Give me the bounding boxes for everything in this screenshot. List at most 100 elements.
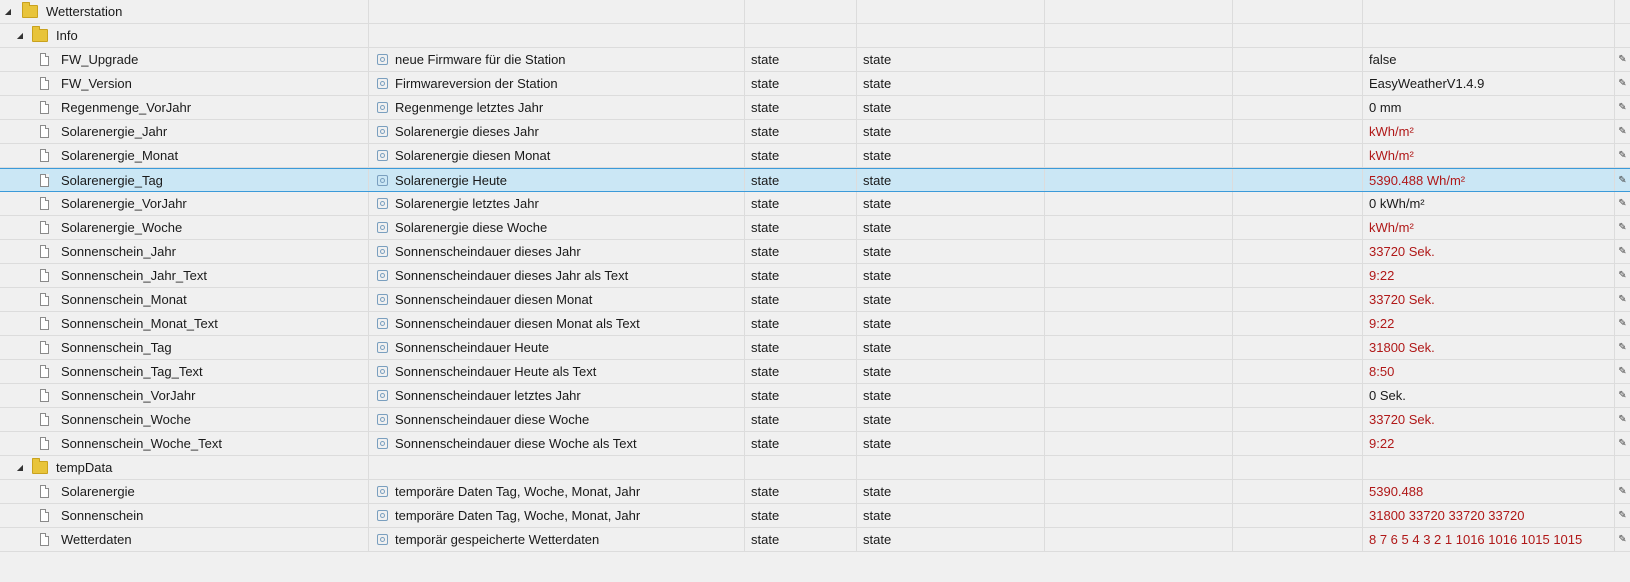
function-cell[interactable] <box>1232 96 1362 119</box>
function-cell[interactable] <box>1232 192 1362 215</box>
object-role[interactable]: state <box>863 173 891 188</box>
room-cell[interactable] <box>1044 336 1232 359</box>
function-cell[interactable] <box>1232 144 1362 167</box>
function-cell[interactable] <box>1232 288 1362 311</box>
table-row[interactable]: Solarenergie_VorJahr Solarenergie letztes… <box>0 192 1630 216</box>
object-id[interactable]: Sonnenschein_VorJahr <box>61 388 195 403</box>
room-cell[interactable] <box>1044 288 1232 311</box>
room-cell[interactable] <box>1044 48 1232 71</box>
object-role[interactable]: state <box>863 364 891 379</box>
edit-pencil-icon[interactable]: ✎ <box>1618 534 1626 545</box>
function-cell[interactable] <box>1232 504 1362 527</box>
object-id[interactable]: Wetterdaten <box>61 532 132 547</box>
edit-pencil-icon[interactable]: ✎ <box>1618 175 1626 186</box>
object-value[interactable]: 5390.488 <box>1369 484 1423 499</box>
object-role[interactable]: state <box>863 220 891 235</box>
object-name[interactable]: Sonnenscheindauer Heute als Text <box>395 364 596 379</box>
room-cell[interactable] <box>1044 192 1232 215</box>
edit-pencil-icon[interactable]: ✎ <box>1618 318 1626 329</box>
edit-pencil-icon[interactable]: ✎ <box>1618 54 1626 65</box>
object-value[interactable]: 9:22 <box>1369 316 1394 331</box>
edit-pencil-icon[interactable]: ✎ <box>1618 102 1626 113</box>
object-id[interactable]: Sonnenschein_Woche_Text <box>61 436 222 451</box>
object-role[interactable]: state <box>863 340 891 355</box>
object-name[interactable]: Firmwareversion der Station <box>395 76 558 91</box>
object-id[interactable]: Solarenergie_Tag <box>61 173 163 188</box>
edit-pencil-icon[interactable]: ✎ <box>1618 366 1626 377</box>
object-id[interactable]: Solarenergie_Monat <box>61 148 178 163</box>
table-row[interactable]: Sonnenschein_Tag Sonnenscheindauer Heute s… <box>0 336 1630 360</box>
collapse-arrow-icon[interactable]: ◢ <box>14 31 26 40</box>
room-cell[interactable] <box>1044 480 1232 503</box>
edit-pencil-icon[interactable]: ✎ <box>1618 342 1626 353</box>
room-cell[interactable] <box>1044 169 1232 191</box>
room-cell[interactable] <box>1044 72 1232 95</box>
object-role[interactable]: state <box>863 268 891 283</box>
object-role[interactable]: state <box>863 124 891 139</box>
edit-pencil-icon[interactable]: ✎ <box>1618 198 1626 209</box>
table-row[interactable]: Sonnenschein_Monat Sonnenscheindauer dies… <box>0 288 1630 312</box>
edit-pencil-icon[interactable]: ✎ <box>1618 150 1626 161</box>
object-role[interactable]: state <box>863 388 891 403</box>
object-name[interactable]: Sonnenscheindauer dieses Jahr <box>395 244 581 259</box>
object-name[interactable]: Sonnenscheindauer diesen Monat als Text <box>395 316 640 331</box>
object-id[interactable]: Sonnenschein_Tag <box>61 340 172 355</box>
object-value[interactable]: 0 mm <box>1369 100 1402 115</box>
collapse-arrow-icon[interactable]: ◢ <box>2 7 14 16</box>
object-role[interactable]: state <box>863 412 891 427</box>
object-role[interactable]: state <box>863 148 891 163</box>
room-cell[interactable] <box>1044 96 1232 119</box>
table-row[interactable]: Sonnenschein_Jahr Sonnenscheindauer diese… <box>0 240 1630 264</box>
table-row[interactable]: FW_Upgrade neue Firmware für die Station s… <box>0 48 1630 72</box>
collapse-arrow-icon[interactable]: ◢ <box>14 463 26 472</box>
table-row[interactable]: Solarenergie_Monat Solarenergie diesen Mo… <box>0 144 1630 168</box>
edit-pencil-icon[interactable]: ✎ <box>1618 294 1626 305</box>
room-cell[interactable] <box>1044 360 1232 383</box>
edit-pencil-icon[interactable]: ✎ <box>1618 222 1626 233</box>
object-name[interactable]: neue Firmware für die Station <box>395 52 566 67</box>
edit-pencil-icon[interactable]: ✎ <box>1618 270 1626 281</box>
room-cell[interactable] <box>1044 240 1232 263</box>
function-cell[interactable] <box>1232 384 1362 407</box>
room-cell[interactable] <box>1044 216 1232 239</box>
object-role[interactable]: state <box>863 244 891 259</box>
object-value[interactable]: kWh/m² <box>1369 220 1414 235</box>
edit-pencil-icon[interactable]: ✎ <box>1618 126 1626 137</box>
object-id[interactable]: Sonnenschein_Woche <box>61 412 191 427</box>
edit-pencil-icon[interactable]: ✎ <box>1618 246 1626 257</box>
object-id[interactable]: FW_Upgrade <box>61 52 138 67</box>
folder-row-info[interactable]: ◢ Info <box>0 24 1630 48</box>
object-name[interactable]: Sonnenscheindauer diese Woche als Text <box>395 436 637 451</box>
function-cell[interactable] <box>1232 48 1362 71</box>
edit-pencil-icon[interactable]: ✎ <box>1618 414 1626 425</box>
object-name[interactable]: Sonnenscheindauer diese Woche <box>395 412 589 427</box>
object-name[interactable]: Sonnenscheindauer letztes Jahr <box>395 388 581 403</box>
table-row[interactable]: Sonnenschein_Jahr_Text Sonnenscheindauer … <box>0 264 1630 288</box>
object-id[interactable]: Regenmenge_VorJahr <box>61 100 191 115</box>
table-row[interactable]: Sonnenschein temporäre Daten Tag, Woche, … <box>0 504 1630 528</box>
object-name[interactable]: Sonnenscheindauer dieses Jahr als Text <box>395 268 628 283</box>
object-value[interactable]: false <box>1369 52 1396 67</box>
object-value[interactable]: kWh/m² <box>1369 124 1414 139</box>
object-role[interactable]: state <box>863 52 891 67</box>
object-name[interactable]: Sonnenscheindauer diesen Monat <box>395 292 592 307</box>
room-cell[interactable] <box>1044 120 1232 143</box>
table-row[interactable]: Solarenergie_Tag Solarenergie Heute state s… <box>0 168 1630 192</box>
function-cell[interactable] <box>1232 120 1362 143</box>
table-row[interactable]: Sonnenschein_Tag_Text Sonnenscheindauer H… <box>0 360 1630 384</box>
object-id[interactable]: Sonnenschein_Monat_Text <box>61 316 218 331</box>
object-name[interactable]: Regenmenge letztes Jahr <box>395 100 543 115</box>
function-cell[interactable] <box>1232 240 1362 263</box>
object-value[interactable]: 33720 Sek. <box>1369 292 1435 307</box>
object-value[interactable]: 33720 Sek. <box>1369 412 1435 427</box>
object-role[interactable]: state <box>863 508 891 523</box>
object-name[interactable]: Solarenergie diese Woche <box>395 220 547 235</box>
function-cell[interactable] <box>1232 432 1362 455</box>
room-cell[interactable] <box>1044 432 1232 455</box>
edit-pencil-icon[interactable]: ✎ <box>1618 486 1626 497</box>
function-cell[interactable] <box>1232 336 1362 359</box>
object-value[interactable]: 9:22 <box>1369 268 1394 283</box>
object-name[interactable]: Solarenergie diesen Monat <box>395 148 550 163</box>
object-id[interactable]: Solarenergie_Jahr <box>61 124 167 139</box>
object-role[interactable]: state <box>863 76 891 91</box>
